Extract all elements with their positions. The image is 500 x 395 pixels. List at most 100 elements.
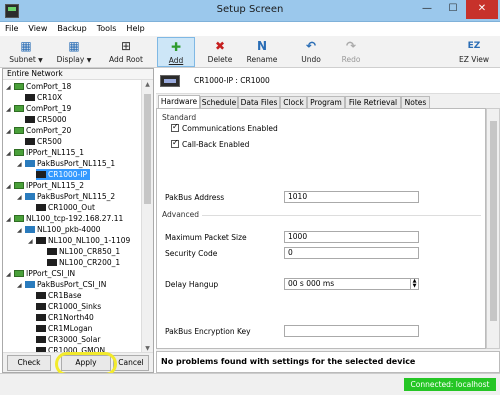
add-root-button[interactable]: ⊞ Add Root [104, 37, 148, 67]
chevron-down-icon: ▼ [38, 57, 43, 64]
collapse-icon[interactable]: ◢ [17, 192, 25, 203]
tab-hardware[interactable]: Hardware [158, 95, 200, 108]
delay-hangup-label: Delay Hangup [165, 280, 219, 289]
device-icon [36, 336, 46, 343]
tab-program[interactable]: Program [307, 96, 345, 108]
tree-node[interactable]: CR10X [25, 92, 62, 103]
tree-node[interactable]: CR1North40 [36, 312, 94, 323]
collapse-icon[interactable]: ◢ [17, 280, 25, 291]
tab-clock[interactable]: Clock [280, 96, 307, 108]
menu-view[interactable]: View [23, 22, 52, 36]
tree-node[interactable]: ◢ ComPort_19 [6, 103, 71, 114]
device-icon [36, 237, 46, 244]
tree-node-selected[interactable]: CR1000-IP [36, 169, 90, 180]
scroll-up-icon[interactable]: ▲ [142, 81, 153, 88]
menu-backup[interactable]: Backup [52, 22, 91, 36]
port-icon [14, 270, 24, 277]
tree-node[interactable]: NL100_CR200_1 [47, 257, 120, 268]
ez-view-button[interactable]: EZ EZ View [454, 37, 494, 67]
security-code-field[interactable]: 0 [284, 247, 419, 259]
tree-node[interactable]: ◢ NL100_NL100_1-1109 [28, 235, 130, 246]
encryption-key-label: PakBus Encryption Key [165, 327, 251, 336]
tree-node[interactable]: ◢ PakBusPort_CSI_IN [17, 279, 106, 290]
device-icon [47, 259, 57, 266]
scroll-thumb[interactable] [144, 94, 151, 204]
tree-node[interactable]: ◢ ComPort_20 [6, 125, 71, 136]
display-label: Display [56, 55, 85, 64]
tab-data-files[interactable]: Data Files [238, 96, 280, 108]
collapse-icon[interactable]: ◢ [6, 148, 14, 159]
menu-tools[interactable]: Tools [92, 22, 122, 36]
collapse-icon[interactable]: ◢ [6, 82, 14, 93]
collapse-icon[interactable]: ◢ [6, 104, 14, 115]
tree-node[interactable]: CR1000_Sinks [36, 301, 101, 312]
settings-scrollbar[interactable] [486, 108, 500, 349]
delay-hangup-field[interactable]: 00 s 000 ms ▲ ▼ [284, 278, 419, 290]
hardware-settings: Standard Communications Enabled Call-Bac… [156, 108, 486, 349]
cancel-button[interactable]: Cancel [113, 355, 149, 371]
tree-node[interactable]: CR5000 [25, 114, 67, 125]
device-icon [36, 303, 46, 310]
collapse-icon[interactable]: ◢ [6, 126, 14, 137]
tree-node[interactable]: ◢ PakBusPort_NL115_2 [17, 191, 115, 202]
collapse-icon[interactable]: ◢ [28, 236, 36, 247]
display-button[interactable]: ▦ Display ▼ [52, 37, 96, 67]
tree-node[interactable]: CR1000_Out [36, 202, 95, 213]
tree-node[interactable]: CR1Base [36, 290, 81, 301]
tree-node[interactable]: ◢ IPPort_NL115_2 [6, 180, 84, 191]
max-packet-size-field[interactable]: 1000 [284, 231, 419, 243]
tab-file-retrieval[interactable]: File Retrieval [345, 96, 401, 108]
tab-notes[interactable]: Notes [401, 96, 430, 108]
callback-enabled-checkbox[interactable]: Call-Back Enabled [171, 138, 249, 149]
tree-node[interactable]: ◢ IPPort_CSI_IN [6, 268, 75, 279]
redo-button[interactable]: ↷ Redo [333, 37, 369, 67]
tree-node[interactable]: ◢ PakBusPort_NL115_1 [17, 158, 115, 169]
tree-node[interactable]: ◢ ComPort_18 [6, 81, 71, 92]
minimize-button[interactable]: — [414, 0, 440, 19]
device-icon [36, 325, 46, 332]
maximize-button[interactable]: ☐ [440, 0, 466, 19]
checkbox-checked-icon [171, 138, 179, 148]
redo-icon: ↷ [345, 39, 357, 53]
collapse-icon[interactable]: ◢ [6, 181, 14, 192]
delete-button[interactable]: ✖ Delete [201, 37, 239, 67]
encryption-key-field[interactable] [284, 325, 419, 337]
collapse-icon[interactable]: ◢ [6, 269, 14, 280]
device-icon [36, 292, 46, 299]
add-button[interactable]: ✚ Add [157, 37, 195, 67]
tree-node[interactable]: CR500 [25, 136, 62, 147]
tree-node[interactable]: NL100_CR850_1 [47, 246, 120, 257]
menu-file[interactable]: File [0, 22, 23, 36]
tree-node[interactable]: CR1MLogan [36, 323, 92, 334]
security-code-label: Security Code [165, 249, 218, 258]
port-icon [14, 105, 24, 112]
undo-label: Undo [301, 55, 321, 64]
scroll-down-icon[interactable]: ▼ [142, 345, 153, 352]
tree-node[interactable]: ◢ NL100_pkb-4000 [17, 224, 101, 235]
tab-schedule[interactable]: Schedule [200, 96, 238, 108]
delete-label: Delete [207, 55, 233, 64]
collapse-icon[interactable]: ◢ [17, 225, 25, 236]
chevron-down-icon: ▼ [86, 57, 92, 64]
tree-node[interactable]: ◢ NL100_tcp-192.168.27.11 [6, 213, 123, 224]
check-button[interactable]: Check [7, 355, 51, 371]
undo-button[interactable]: ↶ Undo [293, 37, 329, 67]
collapse-icon[interactable]: ◢ [6, 214, 14, 225]
connection-status-badge: Connected: localhost [404, 378, 496, 391]
port-icon [14, 215, 24, 222]
menu-help[interactable]: Help [121, 22, 149, 36]
collapse-icon[interactable]: ◢ [17, 159, 25, 170]
checkbox-checked-icon [171, 122, 179, 132]
scroll-thumb[interactable] [490, 121, 497, 321]
communications-enabled-checkbox[interactable]: Communications Enabled [171, 122, 278, 133]
subnet-button[interactable]: ▦ Subnet ▼ [4, 37, 48, 67]
rename-button[interactable]: N Rename [243, 37, 281, 67]
tree-node[interactable]: ◢ IPPort_NL115_1 [6, 147, 84, 158]
action-button-row: Check Apply Cancel [3, 352, 153, 376]
tree-node[interactable]: CR3000_Solar [36, 334, 100, 345]
close-button[interactable]: ✕ [466, 0, 498, 19]
tree-scrollbar[interactable]: ▲ ▼ [141, 80, 153, 355]
pakbus-address-field[interactable]: 1010 [284, 191, 419, 203]
device-icon [36, 204, 46, 211]
spinner-icon[interactable]: ▲ ▼ [410, 279, 418, 289]
